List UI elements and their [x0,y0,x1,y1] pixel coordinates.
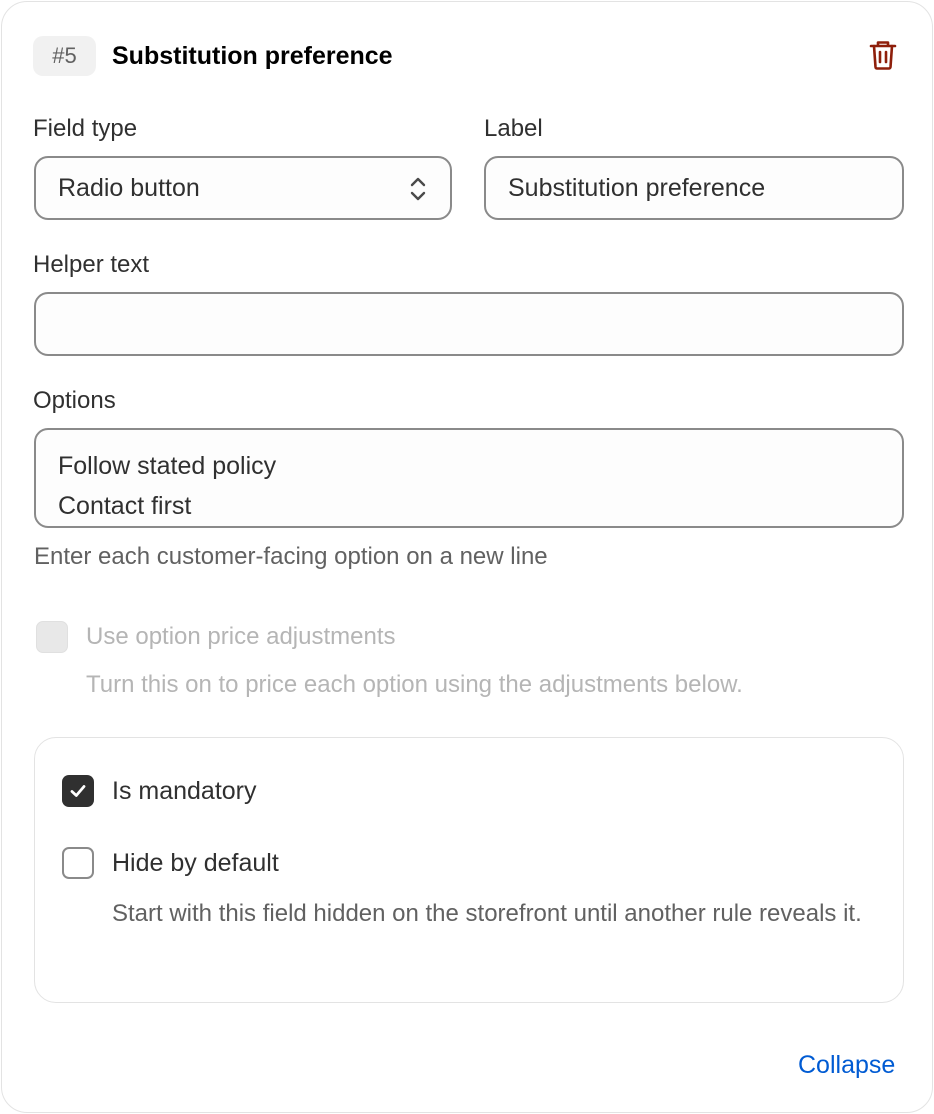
hide-by-default-label[interactable]: Hide by default [112,847,279,879]
field-card: #5 Substitution preference Field type Ra… [1,1,933,1113]
hide-by-default-checkbox[interactable] [62,847,94,879]
options-textarea[interactable]: Follow stated policy Contact first [34,428,904,528]
field-type-label: Field type [33,115,138,142]
field-title: Substitution preference [112,42,393,70]
field-type-value: Radio button [58,173,200,202]
helper-text-label: Helper text [33,251,150,278]
collapse-link[interactable]: Collapse [798,1049,895,1081]
options-hint: Enter each customer-facing option on a n… [34,543,548,570]
select-chevrons-icon [410,177,426,201]
field-index-text: #5 [52,43,77,68]
mandatory-checkbox[interactable] [62,775,94,807]
delete-field-button[interactable] [868,39,898,71]
price-adjustments-checkbox [36,621,68,653]
price-adjustments-label: Use option price adjustments [86,623,396,650]
trash-icon [869,41,897,70]
field-type-select[interactable]: Radio button [34,156,452,220]
mandatory-label[interactable]: Is mandatory [112,775,257,807]
field-index-badge: #5 [33,36,96,76]
checkmark-icon [70,785,86,797]
helper-text-input[interactable] [34,292,904,356]
label-input[interactable] [484,156,904,220]
options-label: Options [33,387,116,414]
label-field-label: Label [484,115,543,142]
hide-by-default-help: Start with this field hidden on the stor… [112,900,862,927]
price-adjustments-help: Turn this on to price each option using … [86,671,743,698]
